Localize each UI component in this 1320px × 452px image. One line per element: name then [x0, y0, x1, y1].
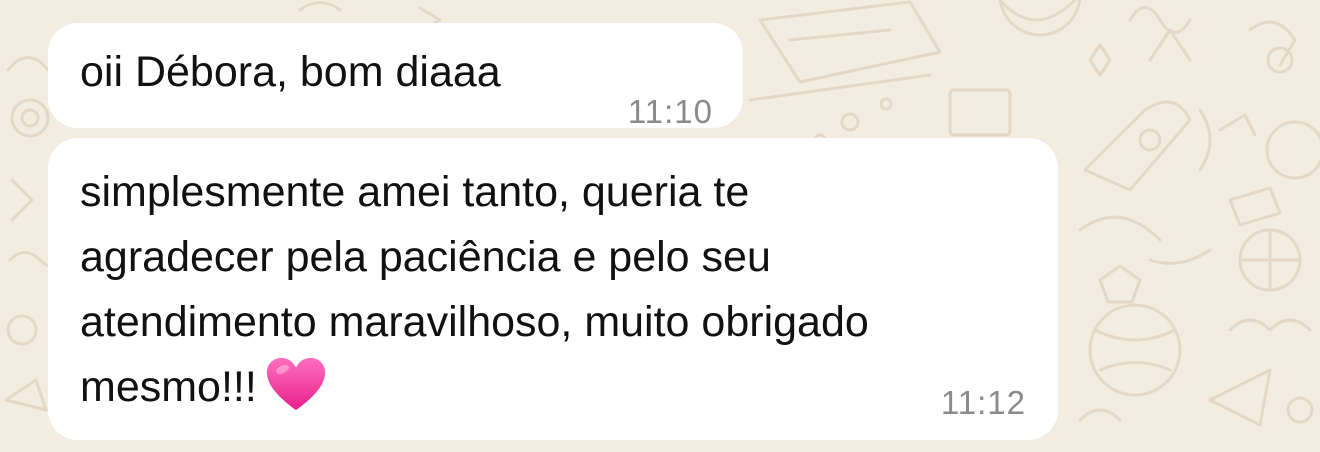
message-timestamp: 11:12 — [940, 384, 1026, 421]
message-text-line: atendimento maravilhoso, muito obrigado — [80, 298, 869, 346]
message-text-line-last: mesmo!!! — [80, 355, 1040, 420]
message-text: simplesmente amei tanto, queria te agrad… — [80, 160, 1040, 420]
message-bubble-incoming[interactable]: oii Débora, bom diaaa 11:10 — [48, 23, 743, 130]
message-bubble-incoming[interactable]: simplesmente amei tanto, queria te agrad… — [48, 138, 1058, 440]
message-timestamp: 11:10 — [627, 93, 713, 130]
message-text-line: agradecer pela paciência e pelo seu — [80, 233, 771, 281]
message-text: oii Débora, bom diaaa — [80, 48, 501, 96]
pink-heart-icon — [266, 357, 325, 411]
message-text-fragment: mesmo!!! — [80, 363, 257, 411]
message-text-line: simplesmente amei tanto, queria te — [80, 168, 750, 216]
